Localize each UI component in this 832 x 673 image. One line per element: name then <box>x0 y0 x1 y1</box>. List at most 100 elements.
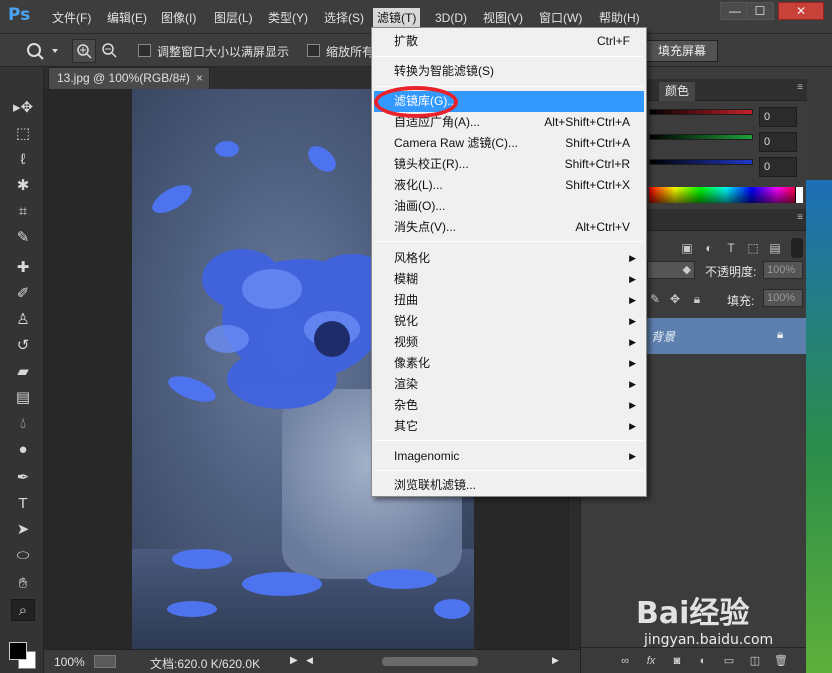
layer-name[interactable]: 背景 <box>651 328 675 345</box>
lock-all-icon[interactable]: 🔒︎ <box>689 291 705 307</box>
red-value[interactable]: 0 <box>759 107 797 127</box>
menu-3d[interactable]: 3D(D) <box>433 9 469 27</box>
menu-item-imagenomic[interactable]: Imagenomic ▶ <box>374 446 644 467</box>
clone-stamp-tool-icon[interactable]: ♙ <box>11 309 35 331</box>
link-layers-icon[interactable]: ∞ <box>617 653 633 669</box>
filter-pixel-icon[interactable]: ▣ <box>679 240 695 256</box>
menu-layer[interactable]: 图层(L) <box>212 9 255 27</box>
dodge-tool-icon[interactable]: ● <box>11 439 35 461</box>
close-icon: ✕ <box>795 4 807 18</box>
green-slider[interactable] <box>649 134 753 140</box>
menu-item-render[interactable]: 渲染 ▶ <box>374 374 644 395</box>
hand-tool-icon[interactable]: ✋︎ <box>11 573 35 595</box>
maximize-button[interactable]: ☐ <box>746 2 774 20</box>
path-selection-tool-icon[interactable]: ➤ <box>11 519 35 541</box>
eraser-tool-icon[interactable]: ▰ <box>11 361 35 383</box>
document-tab-close-icon[interactable]: × <box>196 68 203 89</box>
opacity-field[interactable]: 100% <box>763 261 803 279</box>
foreground-color-swatch[interactable] <box>9 642 27 660</box>
document-tab-title: 13.jpg @ 100%(RGB/8#) <box>57 71 190 85</box>
menu-file[interactable]: 文件(F) <box>50 9 93 27</box>
lock-position-icon[interactable]: ✥ <box>667 291 683 307</box>
magic-wand-tool-icon[interactable]: ✱ <box>11 175 35 197</box>
zoom-in-icon <box>77 44 92 59</box>
scroll-left-arrow-icon[interactable]: ◀ <box>306 655 313 666</box>
submenu-arrow-icon: ▶ <box>629 451 636 461</box>
baidu-jingyan-watermark: Bai经验 jingyan.baidu.com <box>636 588 816 668</box>
zoom-tool-preset[interactable] <box>22 39 62 63</box>
color-spectrum-bar[interactable] <box>649 187 803 203</box>
zoom-out-button[interactable] <box>98 39 122 63</box>
gradient-tool-icon[interactable]: ▤ <box>11 387 35 409</box>
menu-item-lens-correction[interactable]: 镜头校正(R)... Shift+Ctrl+R <box>374 154 644 175</box>
pen-tool-icon[interactable]: ✒ <box>11 467 35 489</box>
status-menu-arrow-icon[interactable]: ▶ <box>290 655 298 666</box>
color-panel-tab[interactable]: 颜色 <box>659 82 696 101</box>
fill-screen-button[interactable]: 填充屏幕 <box>646 40 718 62</box>
menu-item-other[interactable]: 其它 ▶ <box>374 416 644 437</box>
status-preview-icon[interactable] <box>94 655 116 668</box>
blur-tool-icon[interactable]: 💧︎ <box>11 413 35 435</box>
blend-mode-select[interactable]: ◆ <box>647 261 695 279</box>
menu-item-blur[interactable]: 模糊 ▶ <box>374 269 644 290</box>
lock-pixels-icon[interactable]: ✎ <box>647 291 663 307</box>
red-slider[interactable] <box>649 109 753 115</box>
menu-item-browse-filters-online[interactable]: 浏览联机滤镜... <box>374 475 644 496</box>
marquee-tool-icon[interactable]: ⬚ <box>11 123 35 145</box>
filter-adjustment-icon[interactable]: ◐ <box>701 240 717 256</box>
document-tab[interactable]: 13.jpg @ 100%(RGB/8#) × <box>48 67 210 89</box>
menu-item-pixelate[interactable]: 像素化 ▶ <box>374 353 644 374</box>
menu-item-camera-raw[interactable]: Camera Raw 滤镜(C)... Shift+Ctrl+A <box>374 133 644 154</box>
brush-tool-icon[interactable]: ✐ <box>11 283 35 305</box>
ellipse-tool-icon[interactable]: ⬭ <box>11 545 35 567</box>
fill-field[interactable]: 100% <box>763 289 803 307</box>
menu-window[interactable]: 窗口(W) <box>537 9 584 27</box>
crop-tool-icon[interactable]: ⌗ <box>11 201 35 223</box>
zoom-level[interactable]: 100% <box>54 655 85 669</box>
layer-lock-icon[interactable]: 🔒︎ <box>777 327 783 342</box>
menu-item-video[interactable]: 视频 ▶ <box>374 332 644 353</box>
type-tool-icon[interactable]: T <box>11 493 35 515</box>
filter-shape-icon[interactable]: ⬚ <box>745 240 761 256</box>
menu-edit[interactable]: 编辑(E) <box>105 9 149 27</box>
menu-select[interactable]: 选择(S) <box>322 9 366 27</box>
menu-item-distort[interactable]: 扭曲 ▶ <box>374 290 644 311</box>
close-button[interactable]: ✕ <box>778 2 824 20</box>
green-value[interactable]: 0 <box>759 132 797 152</box>
eyedropper-tool-icon[interactable]: ✎ <box>11 227 35 249</box>
filter-smart-object-icon[interactable]: ▤ <box>767 240 783 256</box>
opacity-label: 不透明度: <box>705 265 757 279</box>
menu-filter[interactable]: 滤镜(T) <box>373 8 421 28</box>
healing-brush-tool-icon[interactable]: ✚ <box>11 257 35 279</box>
menu-separator <box>375 86 643 87</box>
zoom-all-checkbox[interactable] <box>307 44 320 57</box>
menu-image[interactable]: 图像(I) <box>159 9 198 27</box>
filter-type-icon[interactable]: T <box>723 240 739 256</box>
scroll-right-arrow-icon[interactable]: ▶ <box>552 655 559 666</box>
zoom-in-button[interactable] <box>72 39 96 63</box>
menu-type[interactable]: 类型(Y) <box>266 9 310 27</box>
layers-panel-menu-icon[interactable]: ≡ <box>797 212 803 223</box>
menu-item-adaptive-wide-angle[interactable]: 自适应广角(A)... Alt+Shift+Ctrl+A <box>374 112 644 133</box>
blue-slider[interactable] <box>649 159 753 165</box>
menu-item-noise[interactable]: 杂色 ▶ <box>374 395 644 416</box>
menu-help[interactable]: 帮助(H) <box>597 9 642 27</box>
history-brush-tool-icon[interactable]: ↺ <box>11 335 35 357</box>
menu-item-vanishing-point[interactable]: 消失点(V)... Alt+Ctrl+V <box>374 217 644 238</box>
horizontal-scrollbar-thumb[interactable] <box>382 657 478 666</box>
menu-item-filter-gallery[interactable]: 滤镜库(G)... <box>374 91 644 112</box>
filter-toggle[interactable] <box>791 238 803 258</box>
resize-windows-checkbox[interactable] <box>138 44 151 57</box>
menu-item-liquify[interactable]: 液化(L)... Shift+Ctrl+X <box>374 175 644 196</box>
menu-item-oil-paint[interactable]: 油画(O)... <box>374 196 644 217</box>
blue-value[interactable]: 0 <box>759 157 797 177</box>
menu-item-convert-smart-filters[interactable]: 转换为智能滤镜(S) <box>374 61 644 82</box>
zoom-tool-icon[interactable]: ⌕ <box>11 599 35 621</box>
move-tool-icon[interactable]: ▸✥ <box>11 97 35 119</box>
menu-item-sharpen[interactable]: 锐化 ▶ <box>374 311 644 332</box>
menu-item-stylize[interactable]: 风格化 ▶ <box>374 248 644 269</box>
menu-item-diffuse[interactable]: 扩散 Ctrl+F <box>374 31 644 52</box>
lasso-tool-icon[interactable]: ℓ <box>11 149 35 171</box>
panel-menu-icon[interactable]: ≡ <box>797 82 803 93</box>
menu-view[interactable]: 视图(V) <box>481 9 525 27</box>
